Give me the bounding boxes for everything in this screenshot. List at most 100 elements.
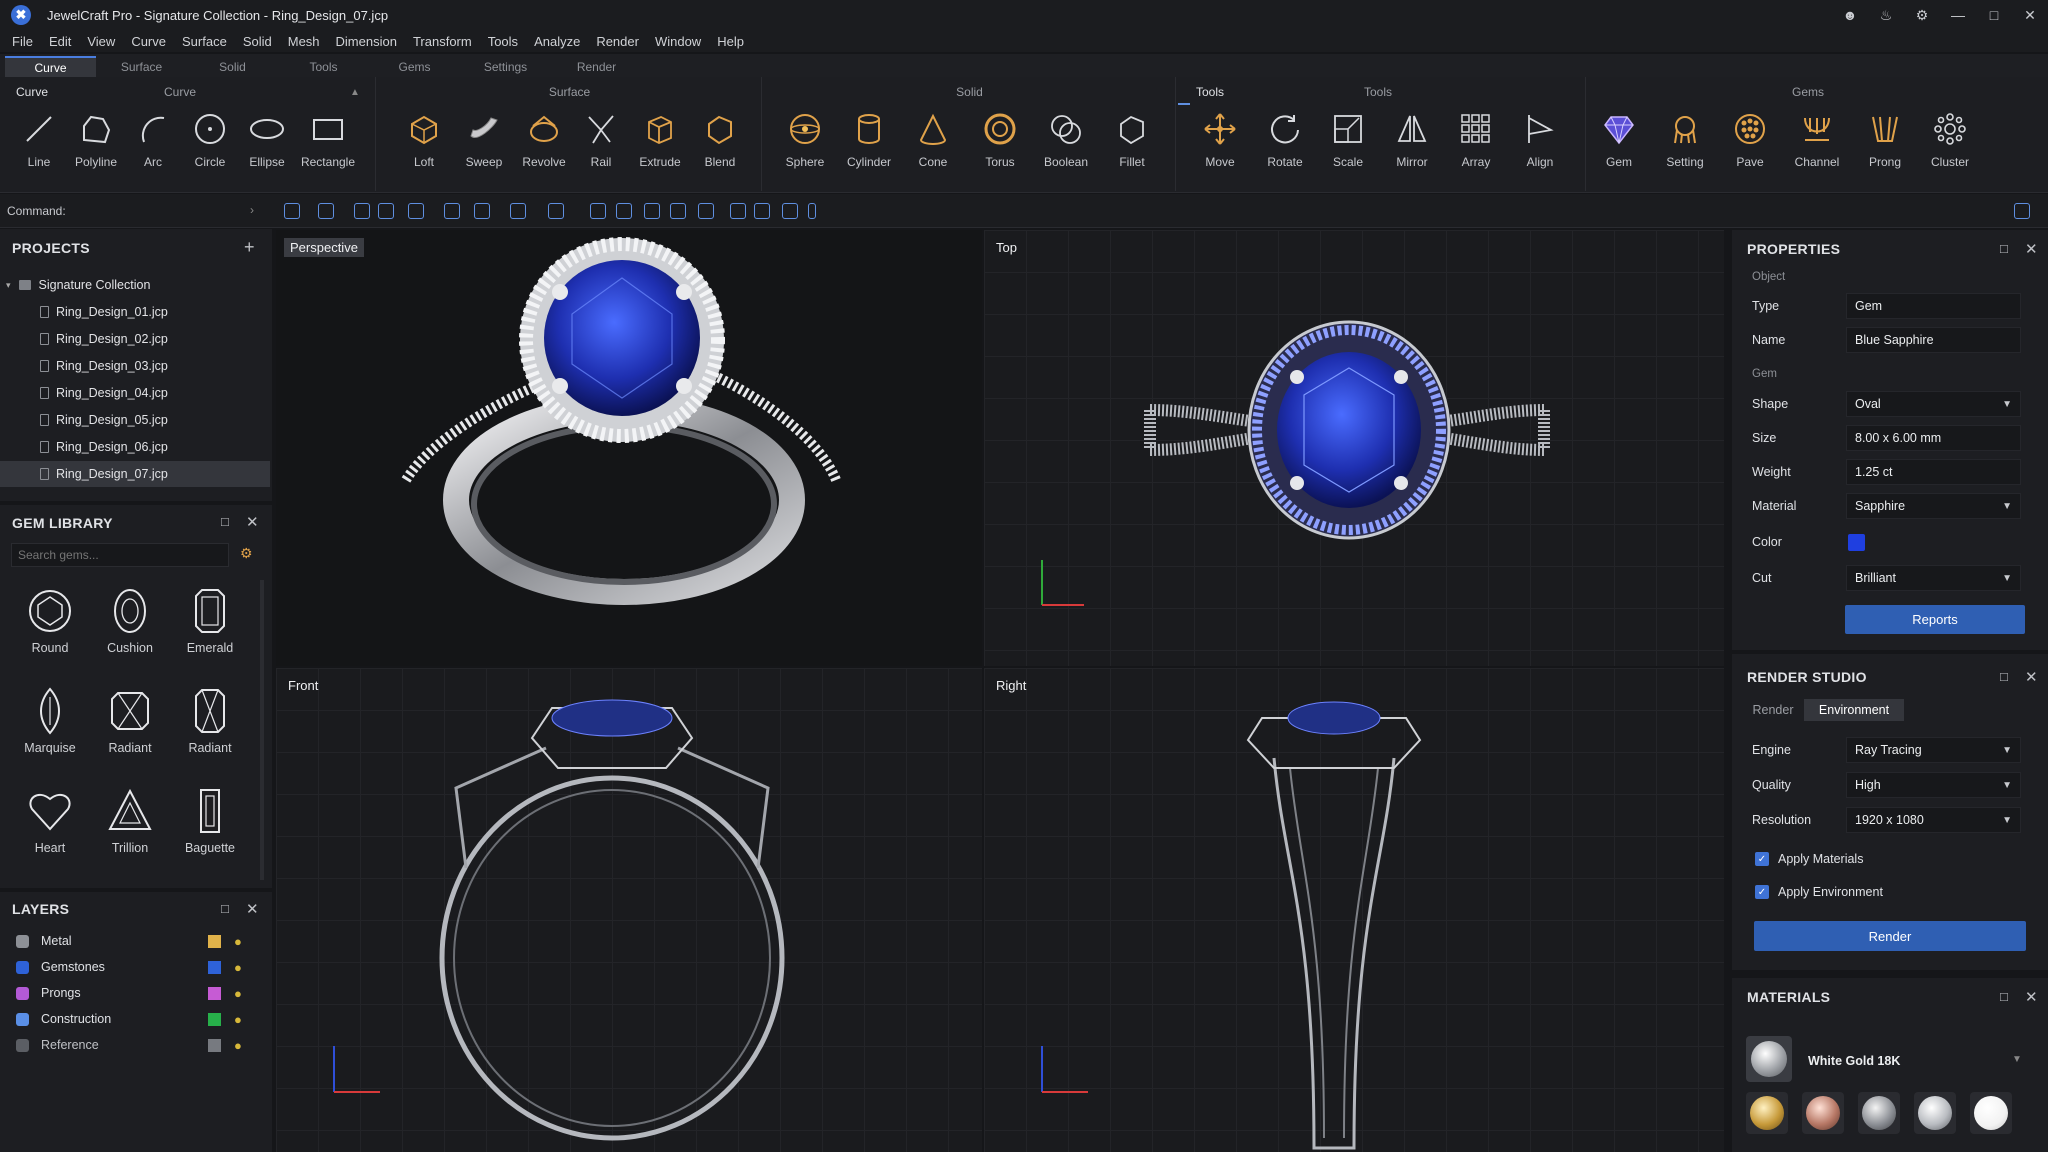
tree-collection[interactable]: ▾ Signature Collection bbox=[0, 272, 270, 298]
menu-render[interactable]: Render bbox=[596, 34, 639, 49]
select-icon[interactable] bbox=[698, 203, 714, 219]
tab-settings[interactable]: Settings bbox=[460, 56, 551, 77]
cut-select[interactable]: Brilliant ▼ bbox=[1846, 565, 2021, 591]
paste-icon[interactable] bbox=[644, 203, 660, 219]
float-panel-icon[interactable]: □ bbox=[2000, 241, 2008, 256]
prong-button[interactable]: Prong bbox=[1855, 111, 1915, 181]
menu-dimension[interactable]: Dimension bbox=[336, 34, 397, 49]
cut-icon[interactable] bbox=[590, 203, 606, 219]
setting-button[interactable]: Setting bbox=[1655, 111, 1715, 181]
fillet-button[interactable]: Fillet bbox=[1102, 111, 1162, 181]
layer-row[interactable]: Construction ● bbox=[16, 1008, 256, 1030]
viewport-front[interactable]: Front bbox=[276, 668, 982, 1152]
blend-button[interactable]: Blend bbox=[690, 111, 750, 181]
notification-icon[interactable]: ♨ bbox=[1868, 7, 1904, 24]
sphere-button[interactable]: Sphere bbox=[775, 111, 835, 181]
move-button[interactable]: Move bbox=[1190, 111, 1250, 181]
tree-file[interactable]: Ring_Design_02.jcp bbox=[0, 326, 270, 352]
swatch-rose-gold[interactable] bbox=[1802, 1092, 1844, 1134]
tab-solid[interactable]: Solid bbox=[187, 56, 278, 77]
close-button[interactable]: ✕ bbox=[2012, 7, 2048, 24]
close-panel-icon[interactable]: ✕ bbox=[2025, 668, 2038, 686]
shape-select[interactable]: Oval ▼ bbox=[1846, 391, 2021, 417]
new-file-icon[interactable] bbox=[284, 203, 300, 219]
gem-heart[interactable]: Heart bbox=[10, 787, 90, 883]
lightbulb-icon[interactable]: ● bbox=[234, 960, 242, 975]
swatch-silver[interactable] bbox=[1858, 1092, 1900, 1134]
layer-color-swatch[interactable] bbox=[208, 960, 221, 974]
grid-icon[interactable] bbox=[754, 203, 770, 219]
lightbulb-icon[interactable]: ● bbox=[234, 1038, 242, 1053]
menu-file[interactable]: File bbox=[12, 34, 33, 49]
filter-gems-icon[interactable]: ⚙ bbox=[240, 545, 253, 562]
tab-environment[interactable]: Environment bbox=[1804, 699, 1904, 721]
gem-radiant[interactable]: Radiant bbox=[90, 687, 170, 783]
maximize-button[interactable]: □ bbox=[1976, 7, 2012, 23]
boolean-button[interactable]: Boolean bbox=[1036, 111, 1096, 181]
circle-button[interactable]: Circle bbox=[180, 111, 240, 181]
close-panel-icon[interactable]: ✕ bbox=[246, 513, 259, 531]
resolution-select[interactable]: 1920 x 1080 ▼ bbox=[1846, 807, 2021, 833]
layer-color-swatch[interactable] bbox=[208, 934, 221, 948]
rectangle-button[interactable]: Rectangle bbox=[298, 111, 358, 181]
layer-row[interactable]: Prongs ● bbox=[16, 982, 256, 1004]
gem-library-scrollbar[interactable] bbox=[260, 580, 264, 880]
layer-color-swatch[interactable] bbox=[208, 1038, 221, 1052]
copy-icon[interactable] bbox=[616, 203, 632, 219]
save-icon[interactable] bbox=[354, 203, 370, 219]
print-icon[interactable] bbox=[474, 203, 490, 219]
menu-surface[interactable]: Surface bbox=[182, 34, 227, 49]
layer-row[interactable]: Reference ● bbox=[16, 1034, 256, 1056]
pave-button[interactable]: Pave bbox=[1720, 111, 1780, 181]
tab-render[interactable]: Render bbox=[551, 56, 642, 77]
layer-row[interactable]: Metal ● bbox=[16, 930, 256, 952]
scale-button[interactable]: Scale bbox=[1318, 111, 1378, 181]
rotate-button[interactable]: Rotate bbox=[1255, 111, 1315, 181]
snap-icon[interactable] bbox=[730, 203, 746, 219]
cluster-button[interactable]: Cluster bbox=[1920, 111, 1980, 181]
menu-view[interactable]: View bbox=[87, 34, 115, 49]
tree-file[interactable]: Ring_Design_01.jcp bbox=[0, 299, 270, 325]
gem-trillion[interactable]: Trillion bbox=[90, 787, 170, 883]
import-icon[interactable] bbox=[408, 203, 424, 219]
apply-materials-checkbox[interactable]: ✓ Apply Materials bbox=[1755, 852, 1863, 866]
menu-analyze[interactable]: Analyze bbox=[534, 34, 580, 49]
polyline-button[interactable]: Polyline bbox=[66, 111, 126, 181]
apply-environment-checkbox[interactable]: ✓ Apply Environment bbox=[1755, 885, 1883, 899]
weight-field[interactable]: 1.25 ct bbox=[1846, 459, 2021, 485]
cone-button[interactable]: Cone bbox=[903, 111, 963, 181]
menu-edit[interactable]: Edit bbox=[49, 34, 71, 49]
measure-icon[interactable] bbox=[782, 203, 798, 219]
swatch-white[interactable] bbox=[1970, 1092, 2012, 1134]
current-material-preview[interactable] bbox=[1746, 1036, 1792, 1082]
tree-file[interactable]: Ring_Design_04.jcp bbox=[0, 380, 270, 406]
cylinder-button[interactable]: Cylinder bbox=[839, 111, 899, 181]
lightbulb-icon[interactable]: ● bbox=[234, 986, 242, 1001]
delete-icon[interactable] bbox=[670, 203, 686, 219]
viewport-right[interactable]: Right bbox=[984, 668, 1724, 1152]
export-icon[interactable] bbox=[444, 203, 460, 219]
gem-radiant-long[interactable]: Radiant bbox=[170, 687, 250, 783]
gem-baguette[interactable]: Baguette bbox=[170, 787, 250, 883]
float-panel-icon[interactable]: □ bbox=[221, 514, 229, 529]
menu-tools[interactable]: Tools bbox=[488, 34, 518, 49]
more-icon[interactable] bbox=[808, 203, 816, 219]
add-project-icon[interactable]: + bbox=[244, 237, 255, 258]
material-select[interactable]: Sapphire ▼ bbox=[1846, 493, 2021, 519]
panel-toggle-icon[interactable] bbox=[2014, 203, 2030, 219]
tab-gems[interactable]: Gems bbox=[369, 56, 460, 77]
menu-window[interactable]: Window bbox=[655, 34, 701, 49]
chevron-down-icon[interactable]: ▼ bbox=[2012, 1054, 2022, 1065]
minimize-button[interactable]: — bbox=[1940, 7, 1976, 23]
float-panel-icon[interactable]: □ bbox=[2000, 669, 2008, 684]
engine-select[interactable]: Ray Tracing ▼ bbox=[1846, 737, 2021, 763]
close-panel-icon[interactable]: ✕ bbox=[2025, 988, 2038, 1006]
close-panel-icon[interactable]: ✕ bbox=[2025, 240, 2038, 258]
float-panel-icon[interactable]: □ bbox=[221, 901, 229, 916]
channel-button[interactable]: Channel bbox=[1787, 111, 1847, 181]
undo-icon[interactable] bbox=[510, 203, 526, 219]
gem-marquise[interactable]: Marquise bbox=[10, 687, 90, 783]
tree-file[interactable]: Ring_Design_06.jcp bbox=[0, 434, 270, 460]
menu-curve[interactable]: Curve bbox=[131, 34, 166, 49]
gem-search-input[interactable] bbox=[18, 546, 208, 564]
